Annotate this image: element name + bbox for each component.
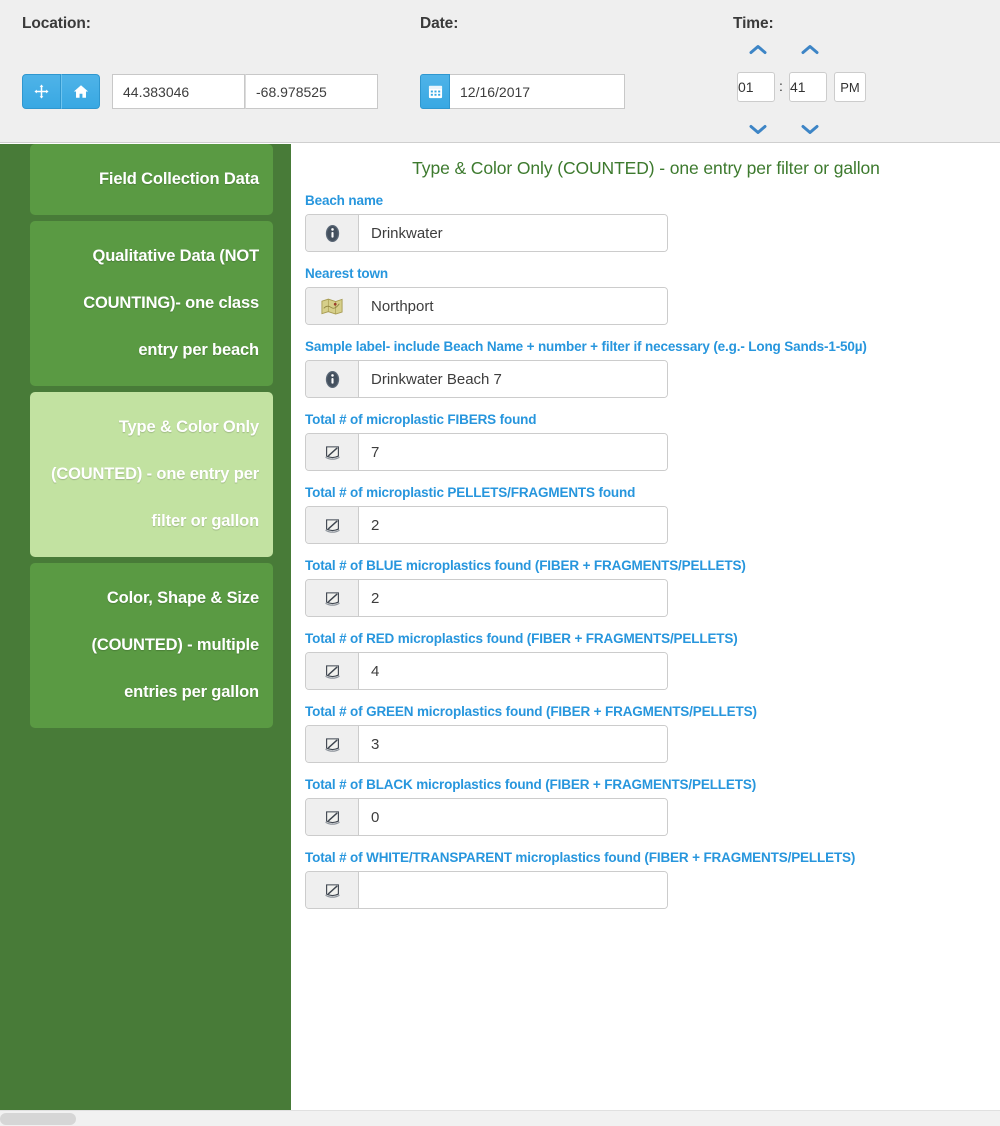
field-label: Total # of microplastic PELLETS/FRAGMENT…	[305, 485, 636, 500]
input-group	[305, 579, 668, 617]
calendar-icon-button[interactable]	[420, 74, 450, 109]
field-label: Sample label- include Beach Name + numbe…	[305, 339, 867, 354]
field-input[interactable]	[359, 288, 667, 324]
chevron-down-icon	[801, 125, 819, 134]
input-addon[interactable]	[306, 653, 359, 689]
minute-input[interactable]	[789, 72, 827, 102]
field-input[interactable]	[359, 361, 667, 397]
page-title: Type & Color Only (COUNTED) - one entry …	[412, 158, 880, 178]
longitude-input[interactable]	[245, 74, 378, 109]
input-addon[interactable]	[306, 434, 359, 470]
top-toolbar: Location: Date: Time: 44.383046 -68.9785…	[0, 0, 1000, 143]
form-field: Total # of microplastic PELLETS/FRAGMENT…	[305, 471, 1000, 544]
info-icon	[325, 370, 339, 388]
field-input[interactable]	[359, 872, 667, 908]
form-field: Total # of BLUE microplastics found (FIB…	[305, 544, 1000, 617]
input-addon[interactable]	[306, 799, 359, 835]
input-addon[interactable]	[306, 872, 359, 908]
home-icon-button[interactable]	[61, 74, 100, 109]
form-field: Total # of BLACK microplastics found (FI…	[305, 763, 1000, 836]
crosshair-icon-button[interactable]	[22, 74, 61, 109]
field-label: Beach name	[305, 193, 384, 208]
notepad-icon	[324, 518, 340, 533]
date-controls	[420, 74, 625, 109]
field-label: Total # of BLUE microplastics found (FIB…	[305, 558, 746, 573]
input-group	[305, 506, 668, 544]
input-group	[305, 652, 668, 690]
form-field: Total # of RED microplastics found (FIBE…	[305, 617, 1000, 690]
input-group	[305, 433, 668, 471]
chevron-up-icon	[801, 45, 819, 54]
sidebar-nav: Field Collection Data Qualitative Data (N…	[0, 144, 291, 1110]
sidebar-item-3[interactable]: Color, Shape & Size (COUNTED) - multiple…	[30, 563, 273, 728]
chevron-down-icon	[749, 125, 767, 134]
field-input[interactable]	[359, 507, 667, 543]
form-field: Total # of GREEN microplastics found (FI…	[305, 690, 1000, 763]
notepad-icon	[324, 445, 340, 460]
field-label: Total # of RED microplastics found (FIBE…	[305, 631, 738, 646]
horizontal-scrollbar-thumb[interactable]	[0, 1113, 76, 1125]
notepad-icon	[324, 810, 340, 825]
info-icon	[325, 224, 339, 242]
sidebar-item-1[interactable]: Qualitative Data (NOT COUNTING)- one cla…	[30, 221, 273, 386]
sidebar-item-0[interactable]: Field Collection Data	[30, 144, 273, 215]
form-field: Total # of microplastic FIBERS found	[305, 398, 1000, 471]
minute-decrement-button[interactable]	[799, 124, 821, 138]
field-input[interactable]	[359, 580, 667, 616]
hour-increment-button[interactable]	[747, 44, 769, 58]
input-group	[305, 360, 668, 398]
field-input[interactable]	[359, 653, 667, 689]
field-input[interactable]	[359, 799, 667, 835]
input-addon[interactable]	[306, 726, 359, 762]
field-input[interactable]	[359, 726, 667, 762]
input-addon[interactable]	[306, 580, 359, 616]
input-group	[305, 871, 668, 909]
minute-increment-button[interactable]	[799, 44, 821, 58]
form-fields: Beach name Nearest town Sample label- incl…	[292, 179, 1000, 909]
notepad-icon	[324, 664, 340, 679]
input-addon[interactable]	[306, 288, 359, 324]
form-field: Beach name	[305, 179, 1000, 252]
field-input[interactable]	[359, 434, 667, 470]
form-field: Nearest town	[305, 252, 1000, 325]
field-label: Total # of GREEN microplastics found (FI…	[305, 704, 757, 719]
date-input[interactable]	[450, 74, 625, 109]
notepad-icon	[324, 591, 340, 606]
form-field: Total # of WHITE/TRANSPARENT microplasti…	[305, 836, 1000, 909]
home-icon	[73, 85, 88, 98]
sidebar-item-2[interactable]: Type & Color Only (COUNTED) - one entry …	[30, 392, 273, 557]
location-label: Location:	[22, 15, 91, 32]
field-label: Total # of microplastic FIBERS found	[305, 412, 537, 427]
location-controls	[22, 74, 378, 109]
form-field: Sample label- include Beach Name + numbe…	[305, 325, 1000, 398]
field-label: Total # of BLACK microplastics found (FI…	[305, 777, 757, 792]
crosshair-icon	[34, 84, 49, 99]
input-group	[305, 725, 668, 763]
calendar-icon	[428, 85, 442, 99]
input-addon[interactable]	[306, 215, 359, 251]
map-icon	[321, 298, 343, 314]
meridiem-toggle[interactable]: PM	[834, 72, 866, 102]
main-content: Type & Color Only (COUNTED) - one entry …	[292, 144, 1000, 1126]
date-label: Date:	[420, 15, 459, 32]
notepad-icon	[324, 883, 340, 898]
input-group	[305, 798, 668, 836]
latitude-input[interactable]	[112, 74, 245, 109]
input-group	[305, 214, 668, 252]
input-group	[305, 287, 668, 325]
time-separator: :	[779, 78, 783, 94]
field-label: Nearest town	[305, 266, 388, 281]
notepad-icon	[324, 737, 340, 752]
field-input[interactable]	[359, 215, 667, 251]
time-spinner: : PM	[733, 44, 883, 139]
field-label: Total # of WHITE/TRANSPARENT microplasti…	[305, 850, 856, 865]
time-label: Time:	[733, 15, 774, 32]
horizontal-scrollbar[interactable]	[0, 1110, 1000, 1126]
hour-input[interactable]	[737, 72, 775, 102]
hour-decrement-button[interactable]	[747, 124, 769, 138]
chevron-up-icon	[749, 45, 767, 54]
input-addon[interactable]	[306, 361, 359, 397]
input-addon[interactable]	[306, 507, 359, 543]
